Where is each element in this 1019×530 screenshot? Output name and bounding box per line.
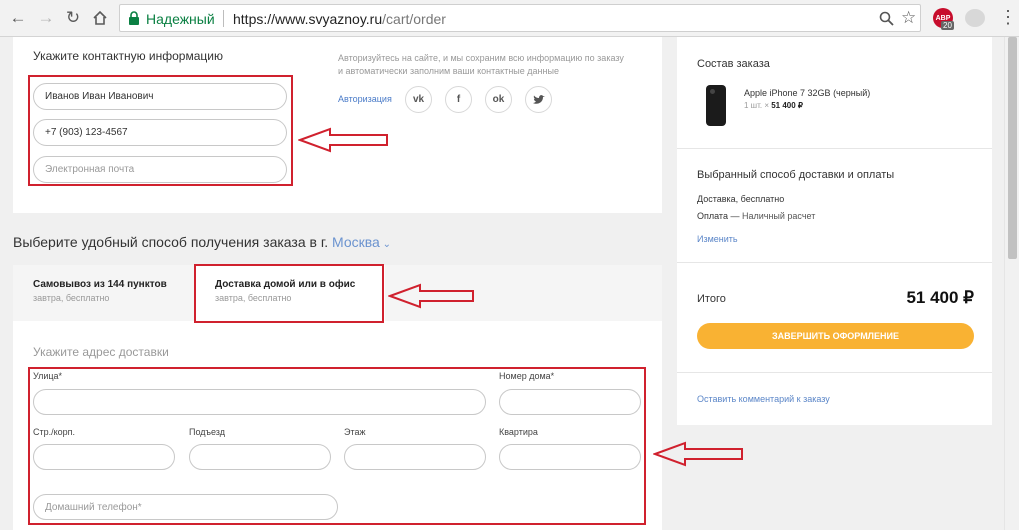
browser-toolbar: ← → ↻ Надежный https://www.svyaznoy.ru/c… (0, 0, 1019, 37)
delivery-line: Доставка, бесплатно (697, 194, 785, 204)
omnibox-divider (223, 10, 224, 27)
home-icon[interactable] (90, 8, 110, 28)
zoom-icon[interactable] (879, 11, 894, 26)
extension-icon[interactable] (965, 9, 985, 27)
address-bar[interactable]: Надежный https://www.svyaznoy.ru/cart/or… (119, 4, 921, 32)
summary-divider (677, 372, 992, 373)
annotation-arrow-icon (388, 283, 474, 309)
browser-menu-icon[interactable]: ⋮ (999, 7, 1017, 27)
forward-arrow-icon[interactable]: → (36, 8, 56, 28)
annotation-arrow-icon (653, 441, 743, 467)
change-link[interactable]: Изменить (697, 234, 738, 244)
adblock-count-badge: 20 (941, 21, 954, 30)
product-qty-text: 1 шт. × (744, 101, 772, 110)
chevron-down-icon[interactable]: ⌄ (380, 239, 391, 250)
product-name[interactable]: Apple iPhone 7 32GB (черный) (744, 88, 870, 98)
twitter-icon[interactable] (525, 86, 552, 113)
city-selector[interactable]: Москва (332, 234, 380, 250)
odnoklassniki-icon[interactable]: ok (485, 86, 512, 113)
payment-label: Оплата — (697, 211, 740, 221)
annotation-arrow-icon (298, 127, 388, 153)
product-price: 51 400 ₽ (771, 101, 803, 110)
total-value: 51 400 ₽ (906, 288, 974, 307)
summary-divider (677, 262, 992, 263)
product-image (706, 85, 726, 126)
tab-pickup[interactable]: Самовывоз из 144 пунктов завтра, бесплат… (13, 265, 195, 321)
total-label: Итого (697, 293, 726, 305)
heading-text: Выберите удобный способ получения заказа… (13, 234, 329, 250)
tab-pickup-title: Самовывоз из 144 пунктов (33, 279, 167, 290)
lock-icon (129, 11, 139, 25)
address-title: Укажите адрес доставки (33, 345, 169, 359)
product-quantity: 1 шт. × 51 400 ₽ (744, 101, 803, 110)
vk-icon[interactable]: vk (405, 86, 432, 113)
comment-link[interactable]: Оставить комментарий к заказу (697, 394, 830, 404)
tab-pickup-sub: завтра, бесплатно (33, 293, 110, 303)
annotation-box-contact (28, 75, 293, 186)
method-title: Выбранный способ доставки и оплаты (697, 169, 895, 181)
order-title: Состав заказа (697, 58, 770, 70)
secure-label: Надежный (146, 11, 215, 27)
annotation-box-address (28, 367, 646, 525)
payment-line: Оплата — Наличный расчет (697, 211, 815, 221)
summary-divider (677, 148, 992, 149)
finish-order-button[interactable]: ЗАВЕРШИТЬ ОФОРМЛЕНИЕ (697, 323, 974, 349)
back-arrow-icon[interactable]: ← (8, 8, 28, 28)
auth-description: Авторизуйтесь на сайте, и мы сохраним вс… (338, 53, 624, 76)
delivery-method-heading: Выберите удобный способ получения заказа… (13, 234, 391, 250)
reload-icon[interactable]: ↻ (63, 8, 83, 28)
bookmark-star-icon[interactable]: ☆ (901, 8, 916, 28)
scrollbar[interactable] (1004, 37, 1019, 530)
order-summary-card: Состав заказа Apple iPhone 7 32GB (черны… (677, 37, 992, 425)
contact-title: Укажите контактную информацию (33, 49, 223, 63)
payment-value: Наличный расчет (739, 211, 816, 221)
url-text: https://www.svyaznoy.ru/cart/order (233, 11, 446, 27)
url-host: https://www.svyaznoy.ru (233, 11, 383, 27)
auth-link[interactable]: Авторизация (338, 94, 392, 104)
scrollbar-thumb[interactable] (1008, 37, 1017, 259)
annotation-box-tab (194, 264, 384, 323)
url-path: /cart/order (382, 11, 446, 27)
facebook-icon[interactable]: f (445, 86, 472, 113)
